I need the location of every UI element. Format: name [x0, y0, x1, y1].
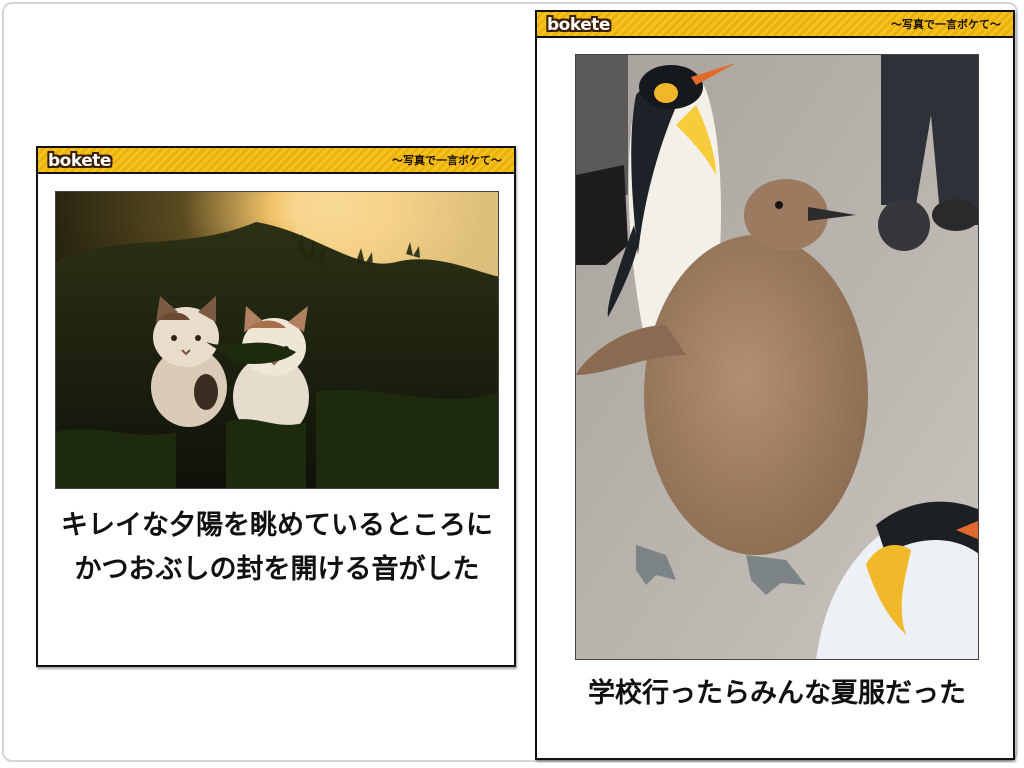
- cats-at-sunset-photo[interactable]: [55, 191, 499, 489]
- cats-photo-illustration: [56, 192, 498, 488]
- tagline: 〜写真で一言ボケて〜: [891, 18, 1001, 31]
- tagline: 〜写真で一言ボケて〜: [392, 154, 502, 167]
- caption: 学校行ったらみんな夏服だった: [588, 678, 966, 709]
- card-header: bokete 〜写真で一言ボケて〜: [537, 12, 1013, 38]
- bokete-card-cats[interactable]: bokete 〜写真で一言ボケて〜 キレイな夕陽を眺めているところにかつおぶしの…: [36, 146, 516, 667]
- bokete-logo[interactable]: bokete: [48, 151, 111, 171]
- penguin-photo-illustration: [576, 55, 978, 659]
- caption: キレイな夕陽を眺めているところにかつおぶしの封を開ける音がした: [61, 510, 493, 585]
- bokete-card-penguin[interactable]: bokete 〜写真で一言ボケて〜 学校行ったらみんな夏服だった: [535, 10, 1015, 760]
- penguin-chick-photo[interactable]: [575, 54, 979, 660]
- card-header: bokete 〜写真で一言ボケて〜: [38, 148, 514, 174]
- bokete-logo[interactable]: bokete: [547, 15, 610, 35]
